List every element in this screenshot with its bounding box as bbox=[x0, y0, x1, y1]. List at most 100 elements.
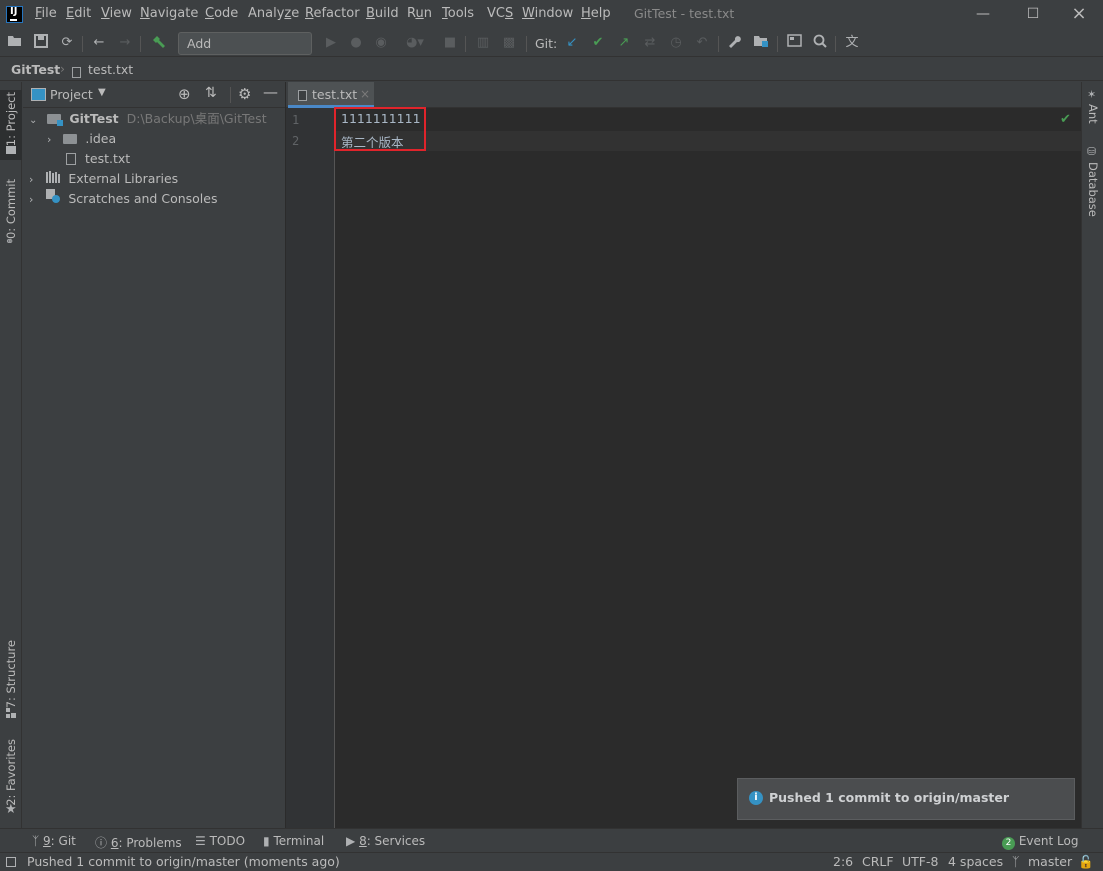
menu-analyze[interactable]: Analyze bbox=[248, 6, 299, 21]
add-configuration-button[interactable]: Add Configuration... bbox=[178, 32, 312, 72]
attach-debugger-icon[interactable]: ▥ bbox=[474, 34, 492, 52]
menu-help[interactable]: Help bbox=[581, 6, 611, 21]
tab-structure[interactable]: 7: Structure bbox=[4, 640, 18, 708]
caret-position[interactable]: 2:6 bbox=[833, 854, 853, 869]
tab-project[interactable]: 1: Project bbox=[4, 92, 18, 146]
build-hammer-icon[interactable] bbox=[150, 34, 168, 52]
status-message[interactable]: Pushed 1 commit to origin/master (moment… bbox=[27, 854, 340, 869]
remote-icon[interactable]: ▩ bbox=[500, 34, 518, 52]
back-arrow-icon[interactable]: ← bbox=[90, 34, 108, 52]
info-icon: i bbox=[749, 791, 763, 805]
file-text-icon bbox=[72, 64, 86, 79]
breadcrumb-separator-icon: › bbox=[60, 61, 65, 76]
indent-setting[interactable]: 4 spaces bbox=[948, 854, 1003, 869]
libraries-icon bbox=[46, 169, 61, 189]
line-separator[interactable]: CRLF bbox=[862, 854, 894, 869]
read-only-lock-icon[interactable]: 🔓 bbox=[1078, 854, 1094, 870]
line-number: 1 bbox=[292, 113, 300, 127]
tab-todo[interactable]: ☰ TODO bbox=[195, 834, 245, 848]
tree-item-root[interactable]: ⌄ GitTest D:\Backup\桌面\GitTest bbox=[29, 109, 267, 129]
tab-ant[interactable]: Ant bbox=[1086, 104, 1100, 124]
collapse-all-icon[interactable]: ⇅ bbox=[205, 85, 217, 101]
tree-item-external-libraries[interactable]: › External Libraries bbox=[29, 169, 178, 189]
synchronize-icon[interactable]: ⟳ bbox=[58, 34, 76, 52]
menu-vcs[interactable]: VCS bbox=[487, 6, 513, 21]
close-window-icon[interactable]: × bbox=[1068, 3, 1090, 25]
tab-services[interactable]: ▶ 8: Services bbox=[346, 834, 425, 848]
git-rollback-icon[interactable]: ↶ bbox=[693, 34, 711, 52]
status-bar: Pushed 1 commit to origin/master (moment… bbox=[0, 852, 1103, 871]
chevron-right-icon[interactable]: › bbox=[47, 133, 51, 146]
chevron-down-icon[interactable]: ⌄ bbox=[29, 115, 37, 126]
chevron-right-icon[interactable]: › bbox=[29, 173, 33, 186]
git-update-icon[interactable]: ↙ bbox=[563, 34, 581, 52]
close-tab-icon[interactable]: × bbox=[360, 82, 370, 107]
tab-git[interactable]: ᛉ 9: Git bbox=[32, 834, 76, 848]
git-branch-icon: ᛉ bbox=[1012, 854, 1020, 869]
project-view-selector[interactable]: Project bbox=[50, 87, 93, 102]
menu-build[interactable]: Build bbox=[366, 6, 399, 21]
chevron-right-icon[interactable]: › bbox=[29, 193, 33, 206]
file-text-icon bbox=[66, 153, 76, 165]
git-merge-icon[interactable]: ⇄ bbox=[641, 34, 659, 52]
git-label: Git: bbox=[535, 36, 558, 51]
gear-icon[interactable]: ⚙ bbox=[238, 85, 251, 103]
menu-tools[interactable]: Tools bbox=[442, 6, 474, 21]
run-with-coverage-icon[interactable]: ◉ bbox=[372, 34, 390, 52]
navigation-bar: GitTest › test.txt bbox=[0, 58, 1103, 81]
git-branch-icon: ᛉ bbox=[32, 834, 40, 848]
tree-item-scratches[interactable]: › Scratches and Consoles bbox=[29, 189, 217, 209]
translate-icon[interactable]: 文 bbox=[843, 34, 861, 52]
tab-terminal[interactable]: ▮ Terminal bbox=[263, 834, 324, 848]
menu-navigate[interactable]: Navigate bbox=[140, 6, 198, 21]
search-everywhere-icon[interactable] bbox=[811, 34, 829, 52]
current-line-highlight bbox=[336, 131, 1081, 151]
stop-icon[interactable]: ■ bbox=[441, 34, 459, 52]
window-title: GitTest - test.txt bbox=[634, 6, 735, 21]
scratches-icon bbox=[46, 189, 61, 209]
locate-file-icon[interactable]: ⊕ bbox=[178, 85, 191, 103]
tab-favorites[interactable]: 2: Favorites bbox=[4, 739, 18, 806]
menu-edit[interactable]: Edit bbox=[66, 6, 91, 21]
tab-commit[interactable]: 0: Commit bbox=[4, 179, 18, 239]
file-encoding[interactable]: UTF-8 bbox=[902, 854, 938, 869]
menu-file[interactable]: File bbox=[35, 6, 57, 21]
hide-panel-icon[interactable]: — bbox=[263, 83, 278, 101]
presentation-mode-icon[interactable] bbox=[785, 34, 803, 52]
menu-refactor[interactable]: Refactor bbox=[305, 6, 360, 21]
menu-window[interactable]: Window bbox=[522, 6, 573, 21]
breadcrumb-project[interactable]: GitTest bbox=[11, 62, 60, 77]
git-commit-icon[interactable]: ✔ bbox=[589, 34, 607, 52]
tool-windows-toggle-icon[interactable] bbox=[6, 857, 16, 867]
terminal-icon: ▮ bbox=[263, 834, 270, 848]
tree-item-idea[interactable]: › .idea bbox=[47, 129, 116, 149]
minimize-icon[interactable]: — bbox=[972, 3, 994, 25]
git-branch[interactable]: master bbox=[1028, 854, 1072, 869]
project-structure-icon[interactable] bbox=[752, 34, 770, 52]
module-folder-icon bbox=[47, 114, 64, 126]
profile-dropdown-icon[interactable]: ◕▾ bbox=[400, 34, 430, 52]
menu-view[interactable]: View bbox=[101, 6, 132, 21]
editor-tab-test-txt[interactable]: test.txt × bbox=[288, 82, 374, 108]
tab-database[interactable]: Database bbox=[1086, 162, 1100, 217]
right-tool-window-stripe: ✶ Ant ⛁ Database bbox=[1081, 82, 1103, 828]
tree-item-test-txt[interactable]: test.txt bbox=[66, 149, 130, 169]
settings-wrench-icon[interactable] bbox=[726, 34, 744, 52]
open-folder-icon[interactable] bbox=[6, 34, 24, 52]
maximize-icon[interactable]: ☐ bbox=[1022, 3, 1044, 25]
run-icon[interactable]: ▶ bbox=[322, 34, 340, 52]
save-icon[interactable] bbox=[32, 34, 50, 52]
git-push-icon[interactable]: ↗ bbox=[615, 34, 633, 52]
inspection-ok-checkmark-icon[interactable]: ✔ bbox=[1060, 112, 1071, 127]
git-history-icon[interactable]: ◷ bbox=[667, 34, 685, 52]
tab-event-log[interactable]: 2 Event Log bbox=[1002, 834, 1078, 850]
chevron-down-icon[interactable]: ▼ bbox=[98, 87, 106, 98]
file-text-icon bbox=[298, 90, 307, 101]
tab-problems[interactable]: ⓘ 6: Problems bbox=[95, 834, 182, 851]
debug-icon[interactable]: ● bbox=[347, 34, 365, 52]
forward-arrow-icon[interactable]: → bbox=[116, 34, 134, 52]
menu-run[interactable]: Run bbox=[407, 6, 432, 21]
notification-balloon[interactable]: i Pushed 1 commit to origin/master bbox=[737, 778, 1075, 820]
menu-code[interactable]: Code bbox=[205, 6, 238, 21]
breadcrumb-file[interactable]: test.txt bbox=[88, 62, 133, 77]
